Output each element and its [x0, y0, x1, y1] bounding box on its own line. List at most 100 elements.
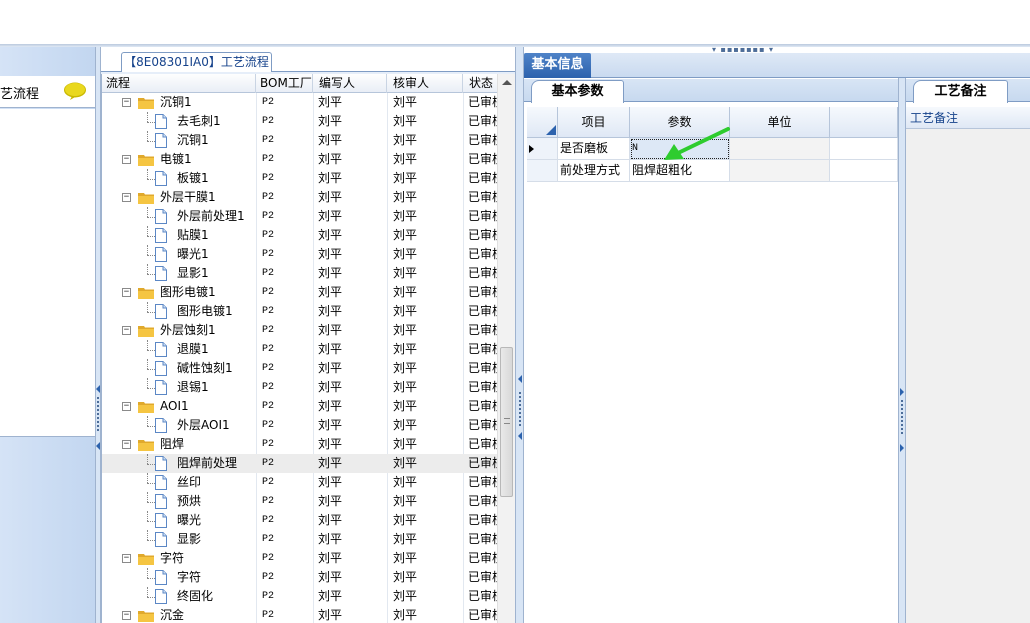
tree-node-label[interactable]: 贴膜1 — [177, 226, 209, 245]
bom-cell[interactable]: P2 — [262, 169, 274, 188]
bom-cell[interactable]: P2 — [262, 150, 274, 169]
column-header-reviewer[interactable]: 核审人 — [387, 74, 463, 93]
speech-bubble-icon[interactable] — [63, 82, 87, 100]
tree-row[interactable]: 显影1 P2 刘平 刘平 已审核 — [102, 264, 498, 283]
reviewer-cell[interactable]: 刘平 — [393, 169, 417, 188]
author-cell[interactable]: 刘平 — [318, 321, 342, 340]
tree-row[interactable]: − 电镀1 P2 刘平 刘平 已审核 — [102, 150, 498, 169]
tree-node-label[interactable]: 碱性蚀刻1 — [177, 359, 233, 378]
status-cell[interactable]: 已审核 — [468, 511, 498, 530]
tree-row[interactable]: 显影 P2 刘平 刘平 已审核 — [102, 530, 498, 549]
tree-row[interactable]: − 沉铜1 P2 刘平 刘平 已审核 — [102, 93, 498, 112]
reviewer-cell[interactable]: 刘平 — [393, 245, 417, 264]
tree-node-label[interactable]: 预烘 — [177, 492, 201, 511]
tree-row[interactable]: 图形电镀1 P2 刘平 刘平 已审核 — [102, 302, 498, 321]
collapse-toggle-icon[interactable]: − — [122, 402, 131, 411]
reviewer-cell[interactable]: 刘平 — [393, 283, 417, 302]
collapse-toggle-icon[interactable]: − — [122, 98, 131, 107]
bom-cell[interactable]: P2 — [262, 454, 274, 473]
reviewer-cell[interactable]: 刘平 — [393, 454, 417, 473]
status-cell[interactable]: 已审核 — [468, 150, 498, 169]
reviewer-cell[interactable]: 刘平 — [393, 112, 417, 131]
tree-row[interactable]: 曝光 P2 刘平 刘平 已审核 — [102, 511, 498, 530]
author-cell[interactable]: 刘平 — [318, 397, 342, 416]
bom-cell[interactable]: P2 — [262, 435, 274, 454]
author-cell[interactable]: 刘平 — [318, 454, 342, 473]
tree-node-label[interactable]: 外层AOI1 — [177, 416, 230, 435]
tree-row[interactable]: 去毛刺1 P2 刘平 刘平 已审核 — [102, 112, 498, 131]
author-cell[interactable]: 刘平 — [318, 226, 342, 245]
reviewer-cell[interactable]: 刘平 — [393, 359, 417, 378]
reviewer-cell[interactable]: 刘平 — [393, 492, 417, 511]
tree-row[interactable]: − 图形电镀1 P2 刘平 刘平 已审核 — [102, 283, 498, 302]
column-header-bom[interactable]: BOM工厂 — [256, 74, 313, 93]
tree-node-label[interactable]: 显影 — [177, 530, 201, 549]
status-cell[interactable]: 已审核 — [468, 188, 498, 207]
bom-cell[interactable]: P2 — [262, 416, 274, 435]
tree-row[interactable]: 预烘 P2 刘平 刘平 已审核 — [102, 492, 498, 511]
bom-cell[interactable]: P2 — [262, 549, 274, 568]
tree-node-label[interactable]: 退锡1 — [177, 378, 209, 397]
bom-cell[interactable]: P2 — [262, 302, 274, 321]
middle-splitter[interactable] — [515, 47, 524, 623]
tree-node-label[interactable]: AOI1 — [160, 397, 189, 416]
tree-node-label[interactable]: 退膜1 — [177, 340, 209, 359]
tab-basic-info[interactable]: 基本信息 — [524, 53, 591, 78]
remark-column-header[interactable]: 工艺备注 — [906, 107, 1030, 129]
author-cell[interactable]: 刘平 — [318, 169, 342, 188]
tree-row[interactable]: 沉铜1 P2 刘平 刘平 已审核 — [102, 131, 498, 150]
status-cell[interactable]: 已审核 — [468, 169, 498, 188]
scroll-thumb[interactable] — [500, 347, 513, 497]
reviewer-cell[interactable]: 刘平 — [393, 568, 417, 587]
tree-row[interactable]: 字符 P2 刘平 刘平 已审核 — [102, 568, 498, 587]
status-cell[interactable]: 已审核 — [468, 359, 498, 378]
bom-cell[interactable]: P2 — [262, 207, 274, 226]
reviewer-cell[interactable]: 刘平 — [393, 587, 417, 606]
reviewer-cell[interactable]: 刘平 — [393, 511, 417, 530]
reviewer-cell[interactable]: 刘平 — [393, 207, 417, 226]
status-cell[interactable]: 已审核 — [468, 549, 498, 568]
tree-row[interactable]: 曝光1 P2 刘平 刘平 已审核 — [102, 245, 498, 264]
author-cell[interactable]: 刘平 — [318, 549, 342, 568]
tree-node-label[interactable]: 沉金 — [160, 606, 184, 623]
bom-cell[interactable]: P2 — [262, 321, 274, 340]
bom-cell[interactable]: P2 — [262, 93, 274, 112]
author-cell[interactable]: 刘平 — [318, 150, 342, 169]
bom-cell[interactable]: P2 — [262, 283, 274, 302]
reviewer-cell[interactable]: 刘平 — [393, 530, 417, 549]
tab-process-remark[interactable]: 工艺备注 — [913, 80, 1008, 103]
author-cell[interactable]: 刘平 — [318, 435, 342, 454]
reviewer-cell[interactable]: 刘平 — [393, 340, 417, 359]
bom-cell[interactable]: P2 — [262, 359, 274, 378]
tree-node-label[interactable]: 丝印 — [177, 473, 201, 492]
param-column-item[interactable]: 项目 — [558, 107, 630, 138]
author-cell[interactable]: 刘平 — [318, 340, 342, 359]
author-cell[interactable]: 刘平 — [318, 359, 342, 378]
author-cell[interactable]: 刘平 — [318, 416, 342, 435]
status-cell[interactable]: 已审核 — [468, 283, 498, 302]
right-splitter[interactable] — [898, 78, 906, 623]
author-cell[interactable]: 刘平 — [318, 473, 342, 492]
param-unit-cell[interactable] — [730, 160, 830, 182]
status-cell[interactable]: 已审核 — [468, 606, 498, 623]
author-cell[interactable]: 刘平 — [318, 283, 342, 302]
bom-cell[interactable]: P2 — [262, 112, 274, 131]
reviewer-cell[interactable]: 刘平 — [393, 131, 417, 150]
author-cell[interactable]: 刘平 — [318, 587, 342, 606]
tree-row[interactable]: 外层前处理1 P2 刘平 刘平 已审核 — [102, 207, 498, 226]
tab-process-flow[interactable]: 【8E08301IA0】工艺流程 — [121, 52, 272, 72]
collapse-grip-icon[interactable]: ▾ ▪▪▪▪▪▪▪ ▾ — [712, 45, 778, 54]
status-cell[interactable]: 已审核 — [468, 587, 498, 606]
bom-cell[interactable]: P2 — [262, 397, 274, 416]
status-cell[interactable]: 已审核 — [468, 207, 498, 226]
column-header-author[interactable]: 编写人 — [313, 74, 387, 93]
bom-cell[interactable]: P2 — [262, 530, 274, 549]
author-cell[interactable]: 刘平 — [318, 606, 342, 623]
reviewer-cell[interactable]: 刘平 — [393, 549, 417, 568]
author-cell[interactable]: 刘平 — [318, 131, 342, 150]
status-cell[interactable]: 已审核 — [468, 264, 498, 283]
status-cell[interactable]: 已审核 — [468, 454, 498, 473]
reviewer-cell[interactable]: 刘平 — [393, 150, 417, 169]
author-cell[interactable]: 刘平 — [318, 112, 342, 131]
tree-node-label[interactable]: 阻焊 — [160, 435, 184, 454]
